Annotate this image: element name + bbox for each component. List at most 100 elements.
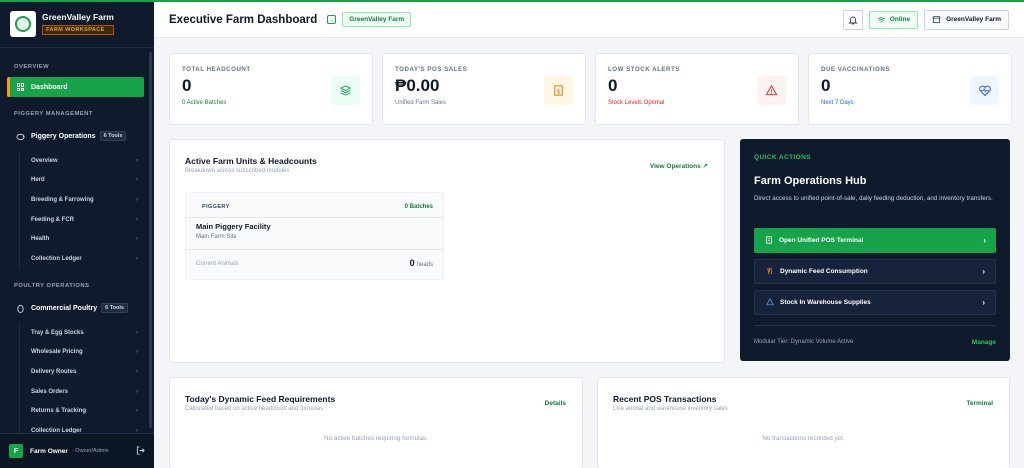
poultry-section-title: POULTRY OPERATIONS [14,283,90,289]
unit-card-main-piggery[interactable]: PIGGERY 0 Batches Main Piggery Facility … [185,192,444,280]
chevron-right-icon: › [136,408,138,415]
feed-requirements-panel: Today's Dynamic Feed Requirements Calcul… [169,377,583,468]
page-title: Executive Farm Dashboard [169,13,318,26]
empty-transactions-message: No transactions recorded yet. [762,435,845,442]
piggery-section-title: PIGGERY MANAGEMENT [14,111,93,117]
piggery-submenu: Overview › Herd › Breeding & Farrowing › Fe… [19,151,144,269]
user-role: · Owner/Admin [71,448,109,454]
panel-title: Active Farm Units & Headcounts [185,156,317,166]
stock-in-warehouse-button[interactable]: Stock In Warehouse Supplies › [754,290,996,315]
farm-switcher-button[interactable]: GreenValley Farm [924,9,1009,30]
unit-tag: PIGGERY [202,204,230,210]
panel-title: Recent POS Transactions [613,394,717,404]
unit-name: Main Piggery Facility [196,222,271,231]
online-label: Online [889,16,911,23]
terminal-link[interactable]: Terminal [966,400,993,407]
sidebar: GreenValley Farm FARM WORKSPACE OVERVIEW… [0,0,154,468]
cash-icon: $ [544,76,573,105]
stat-label: TOTAL HEADCOUNT [182,66,251,73]
modular-tier-text: Modular Tier: Dynamic Volume Active [754,339,854,345]
commercial-poultry-group[interactable]: Commercial Poultry 6 Tools [16,303,146,313]
sidebar-scrollbar[interactable] [149,52,152,428]
stat-label: DUE VACCINATIONS [821,66,890,73]
egg-icon [16,304,25,313]
sidebar-item-label: Dashboard [31,83,68,91]
details-link[interactable]: Details [545,400,566,407]
sidebar-item-dashboard[interactable]: Dashboard [7,77,144,97]
sidebar-item-health[interactable]: Health › [20,229,144,249]
svg-text:$: $ [556,87,560,95]
open-pos-terminal-button[interactable]: Open Unified POS Terminal › [754,228,996,253]
sidebar-item-wholesale-pricing[interactable]: Wholesale Pricing › [20,343,144,363]
chevron-right-icon: › [136,388,138,395]
chevron-right-icon: › [136,349,138,356]
avatar[interactable]: F [9,444,23,458]
receipt-icon [764,235,774,246]
sidebar-item-breeding[interactable]: Breeding & Farrowing › [20,190,144,210]
overview-section-title: OVERVIEW [14,64,50,70]
panel-title: Today's Dynamic Feed Requirements [185,394,336,404]
sidebar-item-sales-orders[interactable]: Sales Orders › [20,382,144,402]
sidebar-item-piggery-overview[interactable]: Overview › [20,151,144,171]
sidebar-item-piggery-ledger[interactable]: Collection Ledger › [20,249,144,269]
top-header: Executive Farm Dashboard ⌂ GreenValley F… [154,2,1024,38]
farm-switcher-label: GreenValley Farm [946,16,1001,23]
utensils-icon [765,267,775,277]
bell-icon [848,16,858,24]
sidebar-item-herd[interactable]: Herd › [20,171,144,191]
brand[interactable]: GreenValley Farm FARM WORKSPACE [0,0,154,48]
brand-name: GreenValley Farm [42,12,114,22]
unit-site: Main Farm Site [196,234,237,240]
chevron-right-icon: › [136,177,138,184]
stat-card-low-stock: LOW STOCK ALERTS 0 Stock Levels Optimal [595,53,799,125]
unit-batches: 0 Batches [404,204,433,210]
manage-link[interactable]: Manage [972,339,996,346]
farm-icon: ⌂ [327,15,337,24]
user-profile-bar: F Farm Owner · Owner/Admin [0,433,154,468]
sidebar-item-tray-egg-stocks[interactable]: Tray & Egg Stocks › [20,323,144,343]
quick-actions-panel: QUICK ACTIONS Farm Operations Hub Direct… [740,139,1010,361]
quick-actions-title: Farm Operations Hub [754,175,867,187]
dynamic-feed-consumption-button[interactable]: Dynamic Feed Consumption › [754,259,996,284]
notifications-button[interactable] [842,9,863,30]
view-operations-link[interactable]: View Operations ↗ [650,162,708,170]
chevron-right-icon: › [983,236,986,245]
piggery-tools-badge: 6 Tools [99,131,127,141]
quick-actions-label: QUICK ACTIONS [754,154,811,161]
commercial-poultry-label: Commercial Poultry [31,304,98,312]
user-name: Farm Owner [30,447,68,455]
stat-card-pos-sales: TODAY'S POS SALES ₱0.00 Unified Farm Sal… [382,53,586,125]
dashboard-icon [17,83,25,91]
chevron-right-icon: › [982,267,985,276]
pos-transactions-panel: Recent POS Transactions Live animal and … [597,377,1010,468]
sidebar-item-delivery-routes[interactable]: Delivery Routes › [20,362,144,382]
online-status-button[interactable]: Online [868,10,919,29]
stat-label: TODAY'S POS SALES [395,66,468,73]
poultry-submenu: Tray & Egg Stocks › Wholesale Pricing › De… [19,323,144,441]
sidebar-item-returns-tracking[interactable]: Returns & Tracking › [20,401,144,421]
current-animals-count: 0 heads [409,258,433,268]
active-farm-units-panel: Active Farm Units & Headcounts Breakdown… [169,139,725,363]
stat-card-total-headcount: TOTAL HEADCOUNT 0 0 Active Batches [169,53,373,125]
logout-icon[interactable] [136,445,145,457]
piggery-operations-group[interactable]: Piggery Operations 6 Tools [16,131,146,141]
layers-icon [331,76,360,105]
panel-subtitle: Live animal and warehouse inventory sale… [613,406,728,412]
wifi-icon [877,16,886,22]
chevron-right-icon: › [136,216,138,223]
chevron-right-icon: › [136,157,138,164]
panel-subtitle: Breakdown across subscribed modules [185,168,290,174]
sidebar-item-feeding[interactable]: Feeding & FCR › [20,210,144,230]
alert-triangle-icon [765,297,775,308]
stat-card-due-vaccinations: DUE VACCINATIONS 0 Next 7 Days [808,53,1012,125]
warning-icon [757,76,786,105]
heart-pulse-icon [970,76,999,105]
poultry-tools-badge: 6 Tools [101,303,128,313]
chevron-right-icon: › [136,255,138,262]
store-icon [932,15,941,24]
arrow-up-right-icon: ↗ [702,163,708,170]
empty-feed-message: No active batches requiring formulas. [324,435,428,442]
workspace-badge: FARM WORKSPACE [42,25,114,35]
current-animals-label: Current Animals [196,261,239,267]
pig-icon [16,132,25,141]
